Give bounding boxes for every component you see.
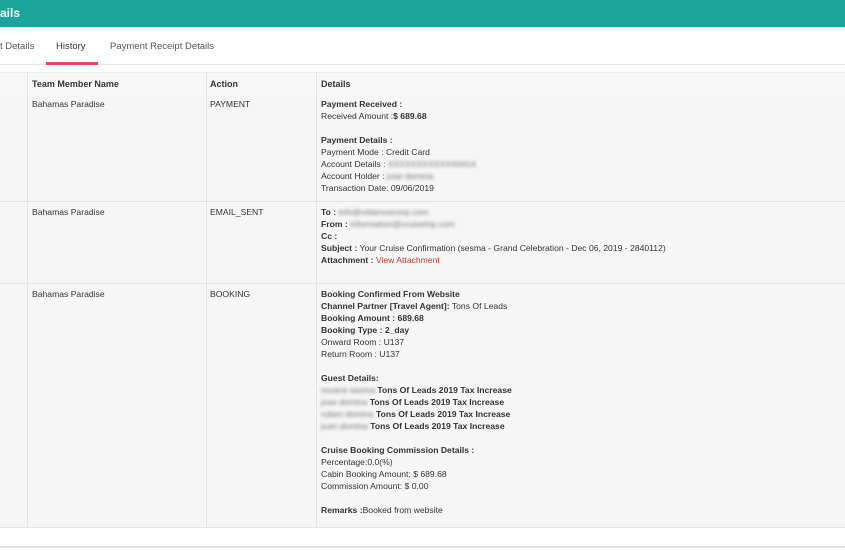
guest-item: juan domina Tons Of Leads 2019 Tax Incre…	[321, 421, 505, 431]
tab-bar: t Details History Payment Receipt Detail…	[0, 27, 845, 65]
commission-heading: Cruise Booking Commission Details :	[321, 445, 475, 455]
remarks: Remarks :Booked from website	[321, 505, 443, 515]
guest-item: roxana sesma Tons Of Leads 2019 Tax Incr…	[321, 385, 512, 395]
modal-header: ails	[0, 0, 845, 27]
payment-details-heading: Payment Details :	[321, 135, 393, 145]
booking-type: Booking Type : 2_day	[321, 325, 410, 335]
active-tab-indicator	[46, 62, 98, 65]
email-cc: Cc :	[321, 231, 338, 241]
booking-amount: Booking Amount : 689.68	[321, 313, 424, 323]
tab-history[interactable]: History	[56, 41, 86, 52]
booking-confirmed: Booking Confirmed From Website	[321, 289, 460, 299]
table-header: Team Member Name Action Details	[0, 72, 845, 97]
modal-title: ails	[0, 6, 21, 20]
channel-partner: Channel Partner [Travel Agent]: Tons Of …	[321, 301, 508, 311]
email-subject: Subject : Your Cruise Confirmation (sesm…	[321, 243, 666, 253]
onward-room: Onward Room : U137	[321, 337, 405, 347]
transaction-date: Transaction Date: 09/06/2019	[321, 183, 434, 193]
email-from: From : information@cruisetrip.com	[321, 219, 455, 229]
column-divider	[27, 72, 28, 527]
email-to: To : info@vidamoscorp.com	[321, 207, 429, 217]
view-attachment-link[interactable]: View Attachment	[376, 255, 440, 265]
team-member-name: Bahamas Paradise	[32, 289, 105, 299]
email-attachment: Attachment : View Attachment	[321, 255, 440, 265]
account-holder: Account Holder : jose domina	[321, 171, 434, 181]
payment-mode: Payment Mode : Credit Card	[321, 147, 430, 157]
col-details: Details	[321, 79, 351, 89]
column-divider	[316, 72, 317, 527]
tab-details[interactable]: t Details	[0, 41, 34, 52]
email-details-cell: To : info@vidamoscorp.com From : informa…	[321, 206, 666, 266]
action-value: BOOKING	[210, 289, 251, 299]
col-action: Action	[210, 79, 238, 89]
commission-amount: Commission Amount: $ 0.00	[321, 481, 429, 491]
guest-item: jose domina Tons Of Leads 2019 Tax Incre…	[321, 397, 505, 407]
tab-payment-receipt-details[interactable]: Payment Receipt Details	[110, 41, 214, 52]
commission-percentage: Percentage:0.0(%)	[321, 457, 393, 467]
column-divider	[206, 72, 207, 527]
action-value: PAYMENT	[210, 99, 251, 109]
footer-divider	[0, 546, 845, 548]
payment-details-cell: Payment Received : Received Amount :$ 68…	[321, 98, 476, 194]
payment-received-heading: Payment Received :	[321, 99, 403, 109]
account-details: Account Details : XXXXXXXXXXXX0414	[321, 159, 476, 169]
guest-details-heading: Guest Details:	[321, 373, 379, 383]
guest-item: ruben domina Tons Of Leads 2019 Tax Incr…	[321, 409, 511, 419]
return-room: Return Room : U137	[321, 349, 400, 359]
action-value: EMAIL_SENT	[210, 207, 264, 217]
team-member-name: Bahamas Paradise	[32, 99, 105, 109]
booking-details-cell: Booking Confirmed From Website Channel P…	[321, 288, 512, 516]
cabin-booking-amount: Cabin Booking Amount: $ 689.68	[321, 469, 447, 479]
col-team-member-name: Team Member Name	[32, 79, 119, 89]
received-amount-line: Received Amount :$ 689.68	[321, 111, 427, 121]
team-member-name: Bahamas Paradise	[32, 207, 105, 217]
